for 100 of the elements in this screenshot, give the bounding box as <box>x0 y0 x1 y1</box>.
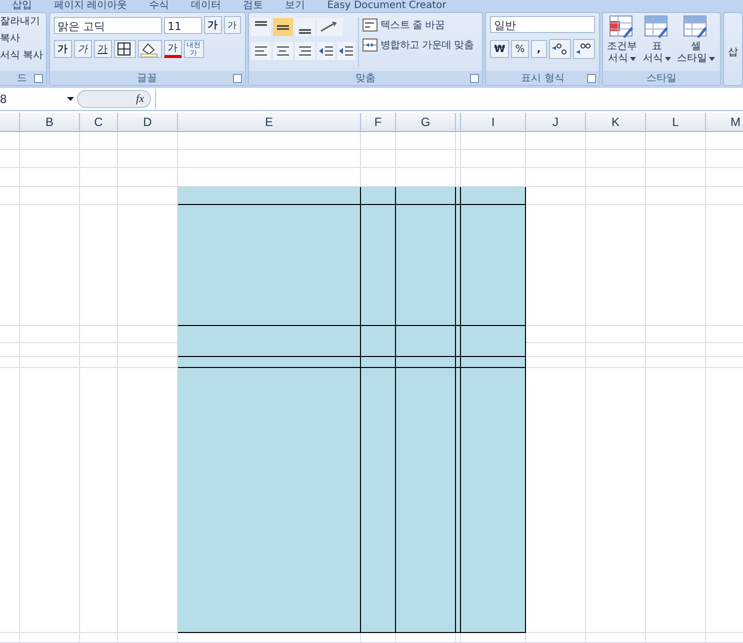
grid-cell[interactable] <box>80 343 118 357</box>
grid-cell[interactable] <box>20 205 80 326</box>
number-format-field[interactable]: 일반 <box>490 16 596 33</box>
percent-button[interactable]: % <box>511 40 529 58</box>
grid-cell[interactable] <box>0 326 20 343</box>
style-button[interactable]: 표 서식 <box>643 15 672 69</box>
ribbon-tab[interactable]: 페이지 레이아웃 <box>54 0 128 11</box>
column-header[interactable]: M <box>706 113 743 132</box>
grid-cell[interactable] <box>526 168 586 187</box>
wrap-text-button[interactable]: 텍스트 줄 바꿈 <box>380 18 444 32</box>
column-header[interactable]: K <box>586 113 646 132</box>
insert-function-button[interactable]: fx <box>77 90 151 108</box>
grid-cell[interactable] <box>80 205 118 326</box>
grid-cell[interactable] <box>80 357 118 368</box>
shrink-font-button[interactable]: 가 <box>224 16 241 34</box>
grid-cell[interactable] <box>178 150 361 168</box>
grid-cell[interactable] <box>526 150 586 168</box>
grid-cell[interactable] <box>586 168 646 187</box>
grid-cell[interactable] <box>526 633 586 643</box>
grid-cell[interactable] <box>0 343 20 357</box>
font-size-field[interactable]: 11 <box>164 16 202 34</box>
column-header[interactable]: L <box>646 113 706 132</box>
grid-cell[interactable] <box>80 326 118 343</box>
borders-icon[interactable] <box>114 40 136 58</box>
caret-icon[interactable] <box>67 97 74 101</box>
grid-cell[interactable] <box>80 187 118 205</box>
grid-cell[interactable] <box>118 150 178 168</box>
ribbon-tab[interactable]: 수식 <box>149 0 170 11</box>
underline-button[interactable]: 가 <box>94 40 112 58</box>
grid-cell[interactable] <box>20 132 80 150</box>
grid-cell[interactable] <box>361 132 396 150</box>
column-header[interactable]: D <box>118 113 178 132</box>
grid-cell[interactable] <box>396 150 456 168</box>
grid-cell[interactable] <box>646 168 706 187</box>
comma-button[interactable]: , <box>530 40 547 58</box>
column-header[interactable]: F <box>361 113 396 132</box>
grid-cell[interactable] <box>646 343 706 357</box>
grid-cell[interactable] <box>586 368 646 633</box>
style-button[interactable]: 조건부 서식 <box>607 15 638 69</box>
grid-cell[interactable] <box>0 368 20 633</box>
grid-cell[interactable] <box>80 368 118 633</box>
grid-cell[interactable] <box>586 187 646 205</box>
align-lines-icon[interactable] <box>294 42 315 60</box>
grid-cell[interactable] <box>361 150 396 168</box>
grid-cell[interactable] <box>586 205 646 326</box>
launcher-icon[interactable] <box>587 74 596 83</box>
grid-cell[interactable] <box>20 326 80 343</box>
indent-icon[interactable] <box>336 42 355 60</box>
ribbon-tab[interactable]: 보기 <box>285 0 306 11</box>
grid-cell[interactable] <box>0 132 20 150</box>
ribbon-tab[interactable]: 데이터 <box>191 0 222 11</box>
bold-button[interactable]: 가 <box>54 40 72 58</box>
grid-cell[interactable] <box>0 357 20 368</box>
grid-cell[interactable] <box>646 150 706 168</box>
vertical-align-icon[interactable] <box>272 18 293 36</box>
merge-center-button[interactable]: 병합하고 가운데 맞춤 <box>380 38 474 52</box>
clipboard-button[interactable]: 잘라내기 <box>0 14 44 30</box>
ribbon-tab[interactable]: 삽입 <box>12 0 32 11</box>
grid-cell[interactable] <box>646 187 706 205</box>
fill-color-icon[interactable] <box>138 40 162 58</box>
grid-cell[interactable] <box>586 326 646 343</box>
grid-cell[interactable] <box>80 633 118 643</box>
launcher-icon[interactable] <box>232 74 242 83</box>
column-header[interactable]: J <box>526 113 586 132</box>
style-button[interactable]: 셀 스타일 <box>677 15 716 69</box>
align-lines-icon[interactable] <box>272 42 293 60</box>
grid-cell[interactable] <box>586 132 646 150</box>
grid-cell[interactable] <box>646 205 706 326</box>
grid-cell[interactable] <box>461 150 526 168</box>
grid-cell[interactable] <box>646 368 706 633</box>
font-name-field[interactable]: 맑은 고딕 <box>54 16 162 34</box>
grid-cell[interactable] <box>0 633 20 643</box>
vertical-align-icon[interactable] <box>250 18 271 36</box>
grid-cell[interactable] <box>0 168 20 187</box>
grid-cell[interactable] <box>646 132 706 150</box>
column-header[interactable] <box>456 113 461 132</box>
grid-cell[interactable] <box>80 168 118 187</box>
grid-cell[interactable] <box>20 343 80 357</box>
grid-cell[interactable] <box>20 368 80 633</box>
grid-cell[interactable] <box>0 150 20 168</box>
launcher-icon[interactable] <box>34 74 43 83</box>
launcher-icon[interactable] <box>470 74 480 83</box>
indent-icon[interactable] <box>316 42 335 60</box>
grid-cell[interactable] <box>456 132 461 150</box>
decrease-decimal-icon[interactable] <box>572 39 595 59</box>
grid-cell[interactable] <box>0 205 20 326</box>
grid-cell[interactable] <box>178 132 361 150</box>
insert-button[interactable]: 삽 <box>728 45 738 83</box>
italic-button[interactable]: 가 <box>74 40 92 58</box>
grid-cell[interactable] <box>586 150 646 168</box>
column-header[interactable] <box>0 113 20 132</box>
clipboard-button[interactable]: 서식 복사 <box>0 48 44 64</box>
font-color-button[interactable]: 가 <box>164 40 182 58</box>
grid-cell[interactable] <box>396 132 456 150</box>
grid-cell[interactable] <box>20 150 80 168</box>
align-lines-icon[interactable] <box>250 42 271 60</box>
grid-cell[interactable] <box>118 633 178 643</box>
grid-cell[interactable] <box>646 326 706 343</box>
grid-cell[interactable] <box>586 343 646 357</box>
grid-cell[interactable] <box>118 132 178 150</box>
